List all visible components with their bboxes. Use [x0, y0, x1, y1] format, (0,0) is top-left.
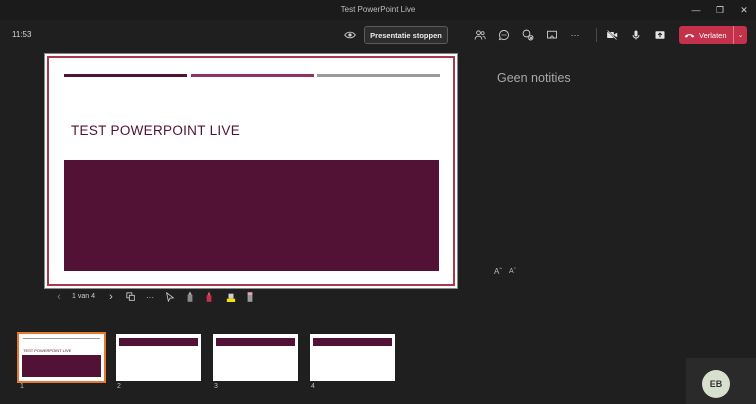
- thumbnail-number-1: 1: [20, 383, 24, 390]
- thumbnail-number-4: 4: [311, 383, 315, 390]
- font-increase-button[interactable]: Aˆ: [494, 267, 502, 276]
- more-tools-button[interactable]: ···: [143, 291, 157, 303]
- font-decrease-button[interactable]: Aˇ: [509, 268, 516, 275]
- stop-presenting-button[interactable]: Presentatie stoppen: [364, 26, 448, 44]
- phone-hangup-icon: [679, 30, 699, 41]
- minimize-button[interactable]: —: [684, 0, 708, 20]
- leave-label: Verlaten: [699, 30, 727, 40]
- pen-gray-icon[interactable]: [185, 291, 195, 303]
- chat-icon[interactable]: [496, 27, 512, 43]
- grid-view-icon[interactable]: [124, 291, 138, 303]
- window-controls: — ❐ ✕: [684, 0, 756, 20]
- eye-icon[interactable]: [342, 27, 358, 43]
- thumb-content-block: [22, 355, 101, 377]
- thumb-header-block: [216, 338, 295, 346]
- meeting-toolbar: 11:53 Presentatie stoppen ··· Verlaten ⌄: [0, 20, 756, 50]
- highlighter-icon[interactable]: [225, 291, 237, 303]
- slide-canvas: TEST POWERPOINT LIVE: [47, 56, 455, 286]
- toolbar-divider: [596, 28, 597, 42]
- reactions-icon[interactable]: [520, 27, 536, 43]
- leave-button[interactable]: Verlaten ⌄: [679, 26, 747, 44]
- avatar: EB: [702, 370, 730, 398]
- thumb-title: TEST POWERPOINT LIVE: [23, 348, 72, 353]
- window-titlebar: Test PowerPoint Live — ❐ ✕: [0, 0, 756, 20]
- thumbnail-number-3: 3: [214, 383, 218, 390]
- microphone-icon[interactable]: [628, 27, 644, 43]
- window-title: Test PowerPoint Live: [340, 5, 416, 14]
- thumbnail-slide-3[interactable]: [213, 334, 298, 381]
- page-indicator: 1 van 4: [72, 293, 95, 300]
- close-button[interactable]: ✕: [732, 0, 756, 20]
- thumbnail-slide-2[interactable]: [116, 334, 201, 381]
- thumb-header-block: [119, 338, 198, 346]
- thumbnail-number-2: 2: [117, 383, 121, 390]
- thumbnail-slide-1[interactable]: TEST POWERPOINT LIVE: [17, 332, 106, 383]
- slide-title: TEST POWERPOINT LIVE: [71, 123, 241, 138]
- camera-off-icon[interactable]: [604, 27, 620, 43]
- thumbnail-slide-4[interactable]: [310, 334, 395, 381]
- meeting-clock: 11:53: [12, 30, 32, 39]
- thumb-accent-line: [23, 338, 100, 339]
- notes-placeholder: Geen notities: [497, 71, 571, 85]
- share-tray-icon[interactable]: [652, 27, 668, 43]
- next-slide-button[interactable]: ›: [106, 291, 116, 303]
- slide-accent-bar-mid: [191, 74, 314, 77]
- participants-icon[interactable]: [472, 27, 488, 43]
- chevron-down-icon[interactable]: ⌄: [733, 26, 747, 44]
- thumb-header-block: [313, 338, 392, 346]
- more-actions-button[interactable]: ···: [567, 27, 583, 43]
- restore-button[interactable]: ❐: [708, 0, 732, 20]
- share-screen-icon[interactable]: [544, 27, 560, 43]
- previous-slide-button[interactable]: ‹: [54, 291, 64, 303]
- laser-pointer-icon[interactable]: [164, 291, 176, 303]
- eraser-icon[interactable]: [245, 291, 255, 303]
- slide-preview: TEST POWERPOINT LIVE: [44, 53, 458, 289]
- slide-accent-bar-gray: [317, 74, 440, 77]
- slide-accent-bar-dark: [64, 74, 187, 77]
- slide-content-block: [64, 160, 439, 271]
- pen-red-icon[interactable]: [204, 291, 214, 303]
